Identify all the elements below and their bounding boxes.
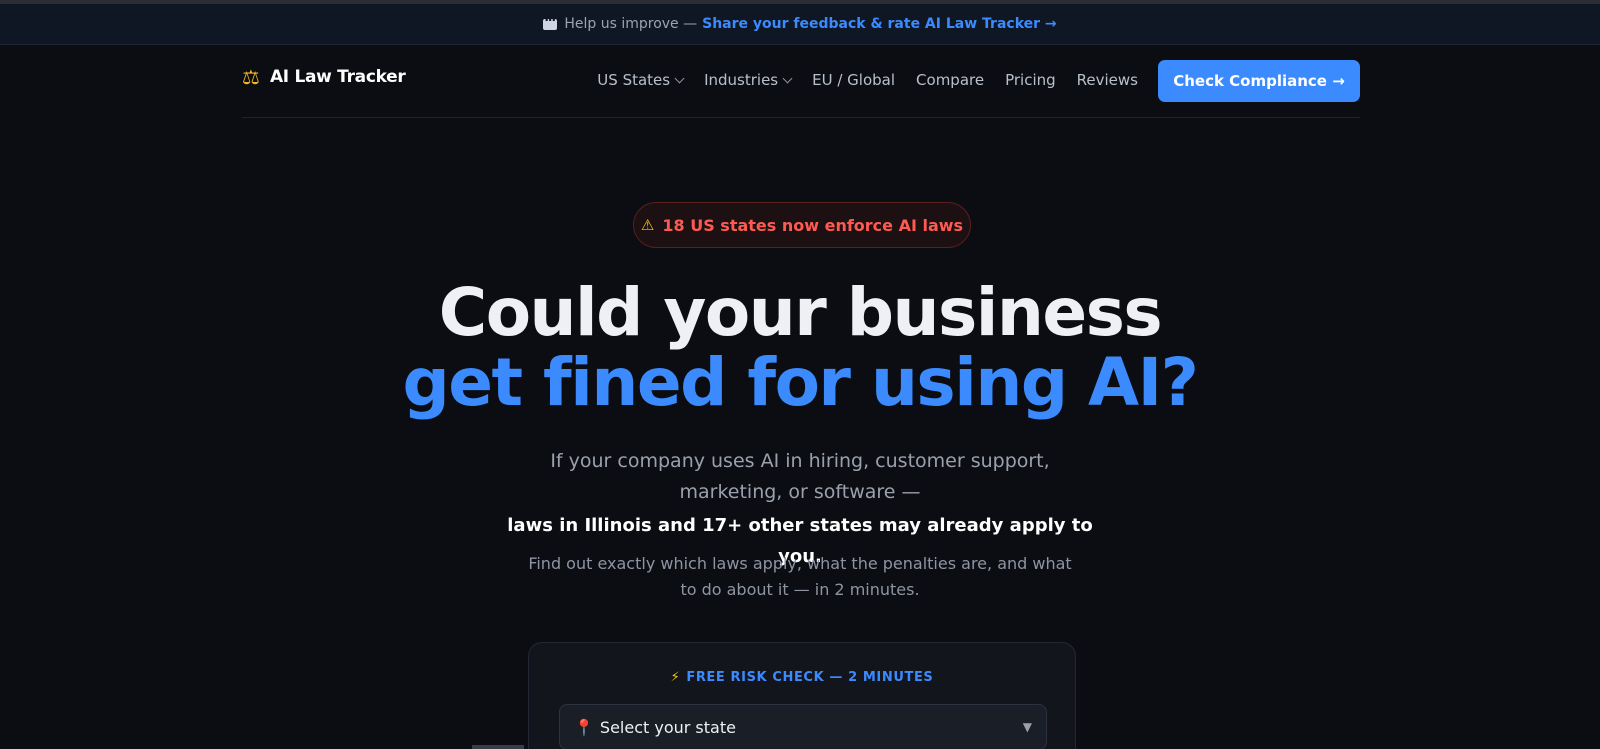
banner-prefix: Help us improve — [564,16,698,32]
nav-label: US States [597,71,671,89]
risk-check-kicker: ⚡ FREE RISK CHECK — 2 MINUTES [529,670,1075,685]
pin-icon: 📍 [574,717,594,737]
nav-label: Industries [704,71,779,89]
nav-item-reviews[interactable]: Reviews [1077,71,1138,89]
caret-down-icon: ▼ [1022,720,1032,734]
scales-icon: ⚖ [242,65,260,89]
nav-item-pricing[interactable]: Pricing [1005,71,1056,89]
kicker-text: FREE RISK CHECK — 2 MINUTES [686,670,934,685]
horizontal-scrollbar[interactable] [472,745,524,749]
brand-name: AI Law Tracker [269,67,406,87]
chat-bubble-icon [543,13,558,30]
feedback-link[interactable]: Share your feedback & rate AI Law Tracke… [702,16,1057,32]
nav-item-industries[interactable]: Industries [704,71,793,89]
chevron-down-icon [782,73,793,83]
risk-check-card: ⚡ FREE RISK CHECK — 2 MINUTES 📍 Select yo… [528,642,1076,749]
hero-subtext: If your company uses AI in hiring, custo… [550,450,1050,503]
state-select[interactable]: 📍 Select your state ▼ [559,704,1047,749]
warning-icon: ⚠ [640,216,655,234]
chevron-down-icon [674,73,685,83]
brand-logo[interactable]: ⚖ AI Law Tracker [242,67,406,87]
check-compliance-button[interactable]: Check Compliance → [1158,60,1360,102]
headline-line-1: Could your business [438,274,1163,351]
hero-description: Find out exactly which laws apply, what … [528,554,1072,599]
nav-item-compare[interactable]: Compare [916,71,984,89]
headline-line-2: get fined for using AI? [402,344,1199,421]
top-navigation: ⚖ AI Law Tracker US States Industries EU… [242,45,1360,118]
alert-badge: ⚠ 18 US states now enforce AI laws [633,202,971,248]
state-select-value: Select your state [599,717,736,737]
nav-item-eu-global[interactable]: EU / Global [812,71,895,89]
lightning-icon: ⚡ [670,670,681,685]
nav-item-us-states[interactable]: US States [597,71,685,89]
alert-text: 18 US states now enforce AI laws [662,215,964,235]
feedback-banner: Help us improve — Share your feedback & … [0,4,1600,45]
nav-menu: US States Industries EU / Global Compare… [576,71,1138,89]
